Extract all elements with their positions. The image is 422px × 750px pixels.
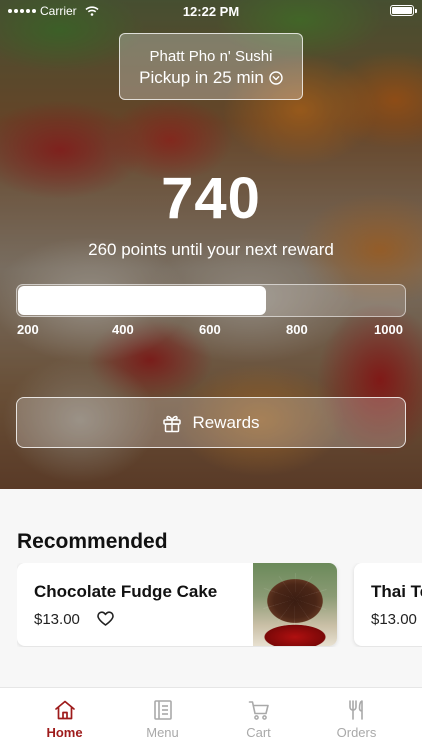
- recommended-carousel[interactable]: Chocolate Fudge Cake $13.00 Thai Te $13.…: [17, 563, 422, 647]
- pickup-time: Pickup in 25 min: [139, 68, 264, 87]
- points-balance: 740: [161, 166, 261, 231]
- recommended-title: Recommended: [17, 530, 168, 553]
- tab-bar: Home Menu Cart Orders: [0, 687, 422, 750]
- location-selector[interactable]: Phatt Pho n' Sushi Pickup in 25 min: [119, 33, 303, 100]
- orders-icon: [348, 700, 363, 720]
- scale-label: 600: [199, 322, 221, 337]
- tab-orders[interactable]: Orders: [304, 688, 409, 750]
- hero-background: Carrier 12:22 PM Phatt Pho n' Sushi Pick…: [0, 0, 422, 489]
- battery-icon: [390, 5, 417, 16]
- scale-label: 1000: [374, 322, 403, 337]
- store-name: Phatt Pho n' Sushi: [149, 48, 273, 65]
- recommended-card[interactable]: Thai Te $13.00: [354, 563, 422, 646]
- scale-label: 400: [112, 322, 134, 337]
- tab-label: Cart: [246, 725, 271, 740]
- item-price: $13.00: [34, 611, 80, 628]
- status-time: 12:22 PM: [182, 4, 240, 19]
- heart-icon[interactable]: [97, 611, 114, 627]
- menu-icon: [153, 700, 172, 720]
- tab-label: Menu: [146, 725, 179, 740]
- reward-progress-bar: [16, 284, 406, 317]
- rewards-button-label: Rewards: [192, 412, 260, 432]
- cart-icon: [248, 701, 269, 720]
- hero-content: Carrier 12:22 PM Phatt Pho n' Sushi Pick…: [0, 0, 422, 489]
- scale-label: 800: [286, 322, 308, 337]
- tab-cart[interactable]: Cart: [206, 688, 311, 750]
- gift-icon: [163, 415, 182, 432]
- item-price: $13.00: [371, 611, 417, 628]
- item-name: Chocolate Fudge Cake: [34, 582, 218, 601]
- points-subtitle: 260 points until your next reward: [88, 240, 334, 259]
- recommended-card[interactable]: Chocolate Fudge Cake $13.00: [17, 563, 337, 646]
- reward-progress-fill: [18, 286, 267, 315]
- rewards-button[interactable]: Rewards: [16, 397, 406, 448]
- tab-home[interactable]: Home: [12, 688, 117, 750]
- item-name: Thai Te: [371, 582, 422, 601]
- pickup-row: Pickup in 25 min: [120, 68, 302, 88]
- home-icon: [54, 700, 75, 720]
- chocolate-cake-image: [253, 563, 337, 646]
- tab-menu[interactable]: Menu: [110, 688, 215, 750]
- tab-label: Orders: [336, 725, 377, 740]
- tab-label: Home: [46, 725, 83, 740]
- status-bar: Carrier 12:22 PM: [0, 0, 422, 22]
- progress-scale: 200 400 600 800 1000: [17, 322, 407, 338]
- scale-label: 200: [17, 322, 39, 337]
- chevron-down-icon: [269, 71, 283, 85]
